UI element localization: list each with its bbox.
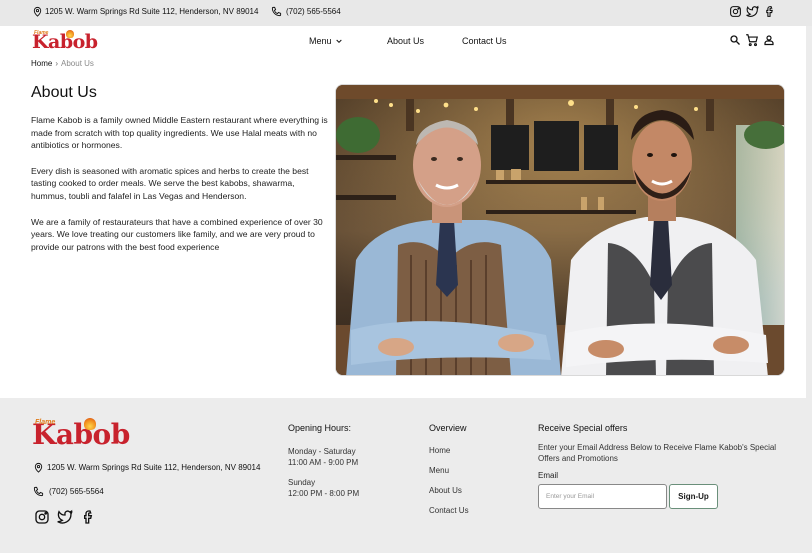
- header-actions: [729, 33, 775, 47]
- brand-logo-tagline: Flame: [34, 30, 49, 36]
- location-pin-icon: [32, 6, 43, 17]
- top-info-bar: 1205 W. Warm Springs Rd Suite 112, Hende…: [0, 0, 812, 26]
- footer-link-contact-us[interactable]: Contact Us: [429, 506, 469, 526]
- chevron-down-icon: [335, 37, 343, 45]
- about-paragraph: Flame Kabob is a family owned Middle Eas…: [31, 115, 328, 151]
- flame-icon: [66, 30, 74, 38]
- breadcrumb-separator: ›: [55, 59, 59, 68]
- flame-icon: [84, 418, 96, 430]
- facebook-icon[interactable]: [763, 5, 776, 18]
- email-label: Email: [538, 471, 559, 480]
- instagram-icon[interactable]: [729, 5, 742, 18]
- owners-photo: [335, 84, 785, 376]
- topbar-phone-text: (702) 565-5564: [286, 7, 341, 16]
- location-pin-icon: [33, 462, 44, 473]
- about-copy: Flame Kabob is a family owned Middle Eas…: [31, 114, 329, 266]
- footer-address-text: 1205 W. Warm Springs Rd Suite 112, Hende…: [47, 463, 261, 472]
- about-section: Home › About Us About Us Flame Kabob is …: [0, 56, 806, 398]
- footer-link-menu[interactable]: Menu: [429, 466, 469, 486]
- hours-time: 11:00 AM - 9:00 PM: [288, 458, 359, 467]
- footer-address: 1205 W. Warm Springs Rd Suite 112, Hende…: [33, 462, 260, 473]
- footer-brand-logo[interactable]: Flame Kabob: [32, 418, 130, 451]
- site-header: Flame Kabob Menu About Us Contact Us: [0, 26, 806, 56]
- user-icon[interactable]: [763, 34, 775, 46]
- email-input[interactable]: [538, 484, 667, 509]
- footer-phone-text: (702) 565-5564: [49, 487, 104, 496]
- instagram-icon[interactable]: [34, 509, 50, 525]
- topbar-social-links: [729, 5, 776, 18]
- topbar-address-text: 1205 W. Warm Springs Rd Suite 112, Hende…: [45, 7, 259, 16]
- about-paragraph: We are a family of restaurateurs that ha…: [31, 216, 323, 252]
- overview-links: Home Menu About Us Contact Us: [429, 446, 469, 526]
- hours-days: Monday - Saturday: [288, 447, 356, 456]
- hours-days: Sunday: [288, 478, 316, 487]
- nav-about-us[interactable]: About Us: [387, 36, 424, 46]
- footer-social-links: [34, 509, 96, 525]
- overview-title: Overview: [429, 423, 467, 433]
- page-title: About Us: [31, 84, 97, 101]
- breadcrumb-current: About Us: [61, 59, 94, 68]
- phone-icon: [33, 486, 44, 497]
- special-offers-description: Enter your Email Address Below to Receiv…: [538, 443, 777, 463]
- topbar-phone[interactable]: (702) 565-5564: [271, 6, 341, 17]
- breadcrumb-home[interactable]: Home: [31, 59, 52, 68]
- breadcrumb: Home › About Us: [31, 59, 94, 68]
- phone-icon: [271, 6, 282, 17]
- nav-about-us-label: About Us: [387, 36, 425, 46]
- nav-menu[interactable]: Menu: [309, 36, 343, 46]
- special-offers-title: Receive Special offers: [538, 423, 628, 433]
- hours-time: 12:00 PM - 8:00 PM: [288, 489, 360, 498]
- footer-logo-tagline: Flame: [35, 419, 56, 426]
- opening-hours-title: Opening Hours:: [288, 423, 352, 433]
- nav-contact-us-label: Contact Us: [462, 36, 507, 46]
- topbar-address: 1205 W. Warm Springs Rd Suite 112, Hende…: [32, 6, 258, 17]
- twitter-icon[interactable]: [746, 5, 759, 18]
- footer-link-about-us[interactable]: About Us: [429, 486, 469, 506]
- twitter-icon[interactable]: [57, 509, 73, 525]
- nav-menu-label: Menu: [309, 36, 332, 46]
- about-paragraph: Every dish is seasoned with aromatic spi…: [31, 165, 309, 201]
- facebook-icon[interactable]: [80, 509, 96, 525]
- opening-hours: Monday - Saturday 11:00 AM - 9:00 PM Sun…: [288, 446, 359, 508]
- nav-contact-us[interactable]: Contact Us: [462, 36, 507, 46]
- brand-logo[interactable]: Flame Kabob: [32, 30, 98, 53]
- search-icon[interactable]: [729, 34, 741, 46]
- footer-link-home[interactable]: Home: [429, 446, 469, 466]
- site-footer: Flame Kabob 1205 W. Warm Springs Rd Suit…: [0, 398, 806, 548]
- cart-icon[interactable]: [745, 33, 759, 47]
- footer-phone[interactable]: (702) 565-5564: [33, 486, 104, 497]
- sign-up-button[interactable]: Sign-Up: [669, 484, 718, 509]
